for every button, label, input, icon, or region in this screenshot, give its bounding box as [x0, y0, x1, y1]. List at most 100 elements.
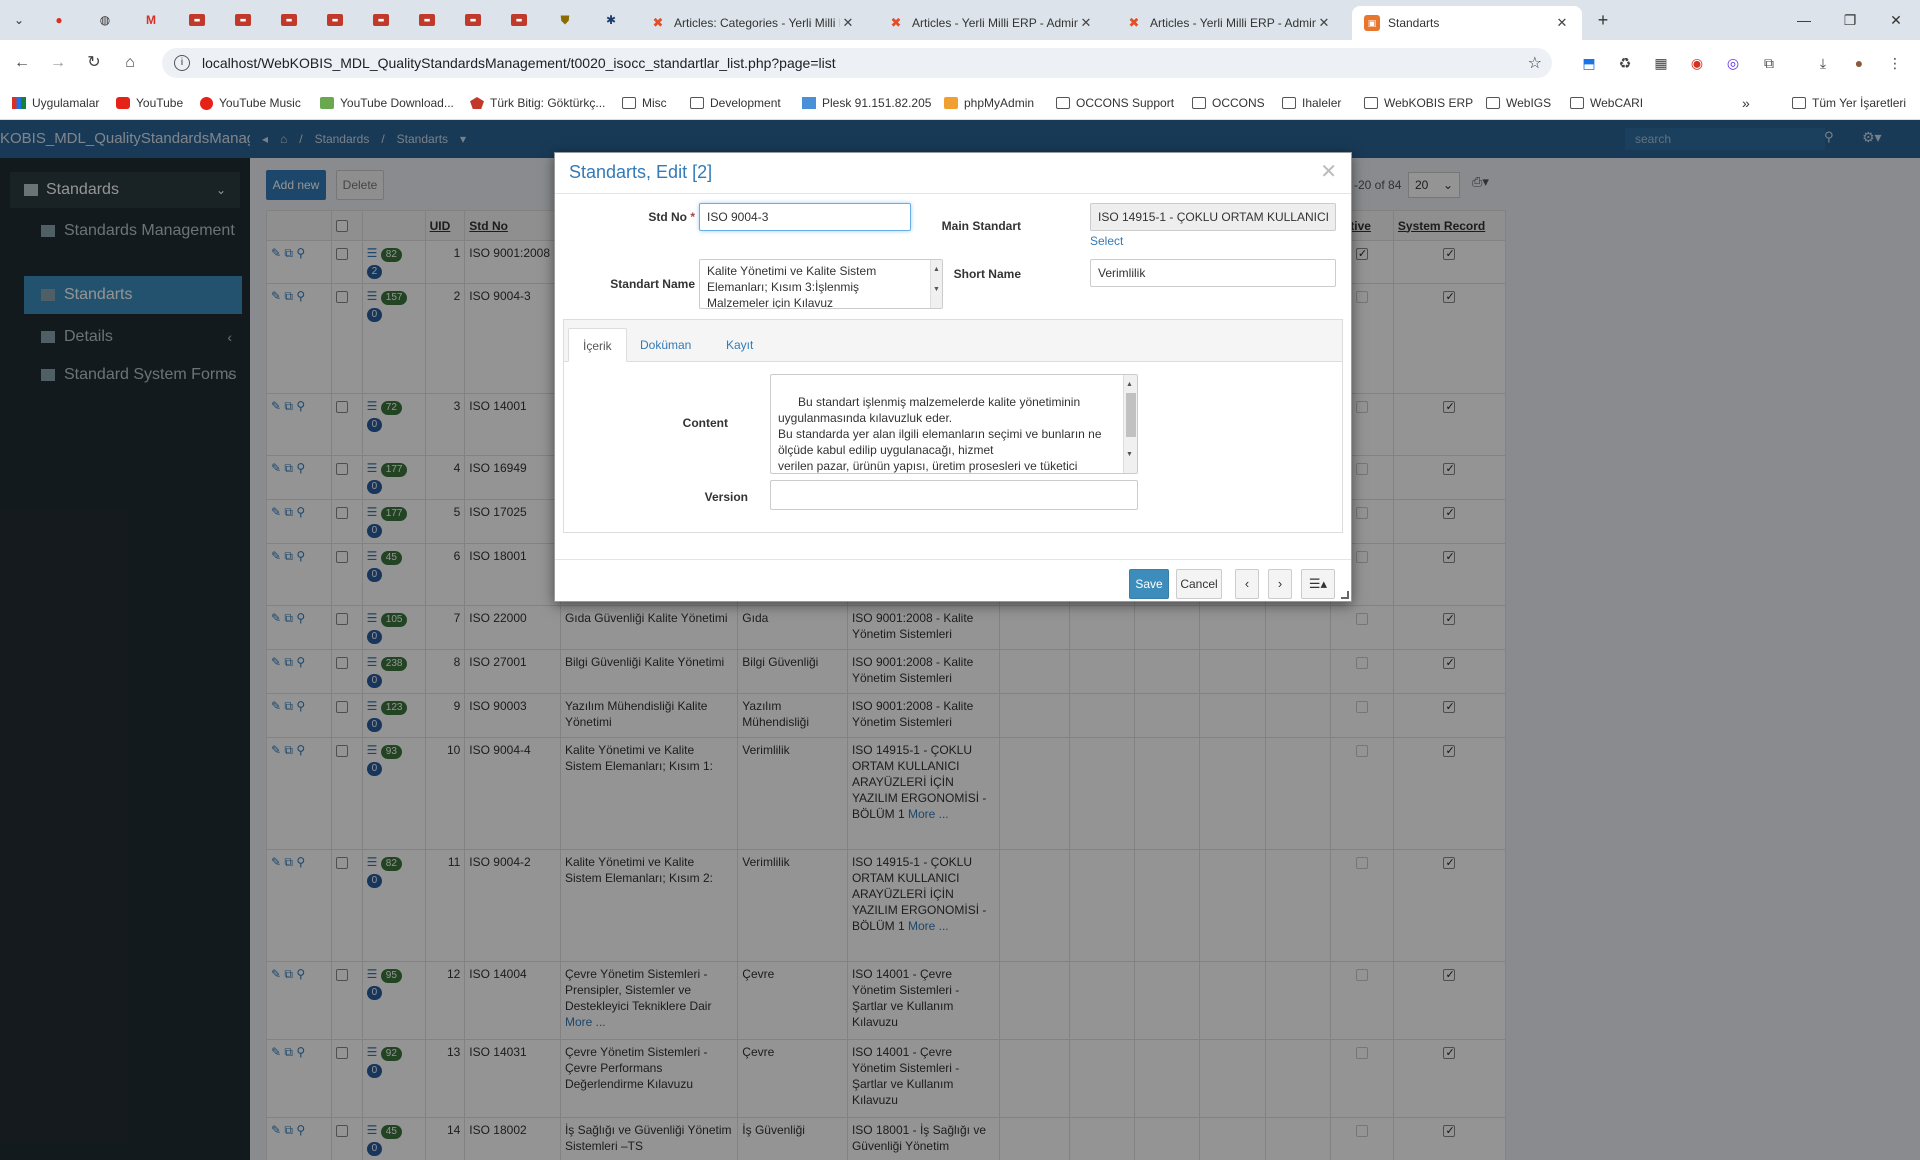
- app-icon: ▣: [1364, 15, 1380, 31]
- site-info-icon[interactable]: i: [174, 55, 190, 71]
- gmail-icon: M: [146, 13, 156, 27]
- forward-button[interactable]: →: [44, 49, 72, 77]
- bookmark-all-bookmarks[interactable]: Tüm Yer İşaretleri: [1792, 94, 1906, 112]
- new-tab-button[interactable]: +: [1586, 8, 1620, 32]
- pinned-tab[interactable]: ◍: [88, 8, 122, 32]
- select-main-standart-link[interactable]: Select: [1090, 234, 1123, 248]
- bookmark-folder-misc[interactable]: Misc: [622, 94, 667, 112]
- cancel-button[interactable]: Cancel: [1176, 569, 1222, 599]
- close-icon[interactable]: ✕: [1320, 159, 1337, 184]
- pinned-tab[interactable]: ▬: [502, 8, 536, 32]
- next-record-button[interactable]: ›: [1268, 569, 1292, 599]
- recycle-icon[interactable]: ♻: [1614, 52, 1636, 74]
- reload-button[interactable]: ↻: [80, 49, 108, 77]
- bookmark-youtube[interactable]: YouTube: [116, 94, 183, 112]
- bookmark-plesk[interactable]: Plesk 91.151.82.205: [802, 94, 931, 112]
- kebab-menu-icon[interactable]: ⋮: [1884, 52, 1906, 74]
- chevron-right-icon: ›: [1277, 576, 1283, 591]
- bookmark-youtube-music[interactable]: YouTube Music: [200, 94, 301, 112]
- save-button[interactable]: Save: [1129, 569, 1169, 599]
- bookmark-youtube-download[interactable]: YouTube Download...: [320, 94, 454, 112]
- color-picker-icon[interactable]: ◉: [1686, 52, 1708, 74]
- puzzle-icon[interactable]: ⧉: [1758, 52, 1780, 74]
- pinned-tab[interactable]: ✱: [594, 8, 628, 32]
- folder-icon: [1570, 97, 1584, 109]
- pinned-tab[interactable]: ▬: [318, 8, 352, 32]
- extension-icon[interactable]: ◎: [1722, 52, 1744, 74]
- pinned-tab[interactable]: ▬: [226, 8, 260, 32]
- youtube-music-icon: [200, 96, 213, 110]
- tab-search-dropdown[interactable]: ⌄: [2, 8, 36, 32]
- browser-tab[interactable]: ✖ Articles: Categories - Yerli Milli I ✕: [638, 6, 868, 40]
- bookmark-turk-bitig[interactable]: Türk Bitig: Göktürkç...: [470, 94, 605, 112]
- folder-icon: [1282, 97, 1296, 109]
- bookmark-apps[interactable]: Uygulamalar: [12, 94, 99, 112]
- bookmark-label: Ihaleler: [1302, 96, 1342, 110]
- pinned-tab[interactable]: ▬: [410, 8, 444, 32]
- tab-icerik[interactable]: İçerik: [568, 328, 627, 362]
- site-icon: [470, 97, 484, 109]
- close-icon[interactable]: ✕: [1554, 15, 1570, 31]
- pinned-tab[interactable]: ▬: [456, 8, 490, 32]
- bookmark-folder-webcari[interactable]: WebCARI: [1570, 94, 1643, 112]
- bookmark-folder-occons-support[interactable]: OCCONS Support: [1056, 94, 1174, 112]
- restore-button[interactable]: ❐: [1830, 8, 1870, 32]
- std-no-input[interactable]: ISO 9004-3: [699, 203, 911, 231]
- browser-tab-title: Articles - Yerli Milli ERP - Admin: [912, 16, 1078, 30]
- site-icon: ▬: [373, 14, 389, 26]
- folder-icon: [1192, 97, 1206, 109]
- browser-tab-active[interactable]: ▣ Standarts ✕: [1352, 6, 1582, 40]
- more-actions-button[interactable]: ☰▴: [1301, 569, 1335, 599]
- bookmark-folder-ihaleler[interactable]: Ihaleler: [1282, 94, 1341, 112]
- close-icon[interactable]: ✕: [840, 15, 856, 31]
- back-button[interactable]: ←: [8, 49, 36, 77]
- address-bar[interactable]: i localhost/WebKOBIS_MDL_QualityStandard…: [162, 48, 1552, 78]
- pinned-tab[interactable]: ▬: [272, 8, 306, 32]
- content-textarea[interactable]: Bu standart işlenmiş malzemelerde kalite…: [770, 374, 1138, 474]
- pinned-tab[interactable]: ●: [42, 8, 76, 32]
- pinned-tab[interactable]: ▬: [364, 8, 398, 32]
- site-icon: ▬: [419, 14, 435, 26]
- browser-tab-strip: ⌄ ● ◍ M ▬ ▬ ▬ ▬ ▬ ▬ ▬ ▬ ⛊ ✱ ✖ Articles: …: [0, 0, 1920, 40]
- plus-icon: +: [1597, 9, 1609, 30]
- standart-name-label: Standart Name: [610, 277, 695, 291]
- extension-icon[interactable]: ▦: [1650, 52, 1672, 74]
- scrollbar[interactable]: ▲ ▼: [1123, 375, 1137, 473]
- standart-name-textarea[interactable]: Kalite Yönetimi ve Kalite Sistem Elemanl…: [699, 259, 943, 309]
- minimize-button[interactable]: —: [1784, 8, 1824, 32]
- home-button[interactable]: ⌂: [116, 49, 144, 77]
- version-input[interactable]: [770, 480, 1138, 510]
- close-window-button[interactable]: ✕: [1876, 8, 1916, 32]
- close-icon[interactable]: ✕: [1078, 15, 1094, 31]
- bookmark-folder-webkobis[interactable]: WebKOBIS ERP: [1364, 94, 1473, 112]
- pinned-tab[interactable]: M: [134, 8, 168, 32]
- bookmark-star-icon[interactable]: ☆: [1528, 53, 1542, 73]
- home-icon: ⌂: [125, 54, 135, 71]
- profile-avatar[interactable]: ●: [1848, 52, 1870, 74]
- chevron-down-icon: ⌄: [13, 13, 25, 27]
- translate-icon[interactable]: ⬒: [1578, 52, 1600, 74]
- minimize-icon: —: [1797, 12, 1811, 28]
- bookmark-label: Uygulamalar: [32, 96, 100, 110]
- bookmark-folder-development[interactable]: Development: [690, 94, 781, 112]
- bookmark-folder-occons[interactable]: OCCONS: [1192, 94, 1265, 112]
- main-standart-input[interactable]: ISO 14915-1 - ÇOKLU ORTAM KULLANICI: [1090, 203, 1336, 231]
- bookmark-phpmyadmin[interactable]: phpMyAdmin: [944, 94, 1034, 112]
- pinned-tab[interactable]: ▬: [180, 8, 214, 32]
- bookmark-folder-webigs[interactable]: WebIGS: [1486, 94, 1551, 112]
- tab-kayit[interactable]: Kayıt: [712, 328, 767, 362]
- previous-record-button[interactable]: ‹: [1235, 569, 1259, 599]
- address-bar-row: ← → ↻ ⌂ i localhost/WebKOBIS_MDL_Quality…: [0, 40, 1920, 86]
- download-icon[interactable]: ⤓: [1812, 52, 1834, 74]
- close-icon[interactable]: ✕: [1316, 15, 1332, 31]
- browser-tab[interactable]: ✖ Articles - Yerli Milli ERP - Admin ✕: [1114, 6, 1344, 40]
- tab-dokuman[interactable]: Doküman: [626, 328, 705, 362]
- browser-tab[interactable]: ✖ Articles - Yerli Milli ERP - Admin ✕: [876, 6, 1106, 40]
- resize-handle[interactable]: [1341, 591, 1349, 599]
- version-label: Version: [704, 490, 748, 504]
- bookmarks-overflow-button[interactable]: »: [1742, 94, 1750, 112]
- pinned-tab[interactable]: ⛊: [548, 8, 582, 32]
- browser-tab-title: Articles - Yerli Milli ERP - Admin: [1150, 16, 1316, 30]
- bookmark-label: Development: [710, 96, 781, 110]
- short-name-input[interactable]: Verimlilik: [1090, 259, 1336, 287]
